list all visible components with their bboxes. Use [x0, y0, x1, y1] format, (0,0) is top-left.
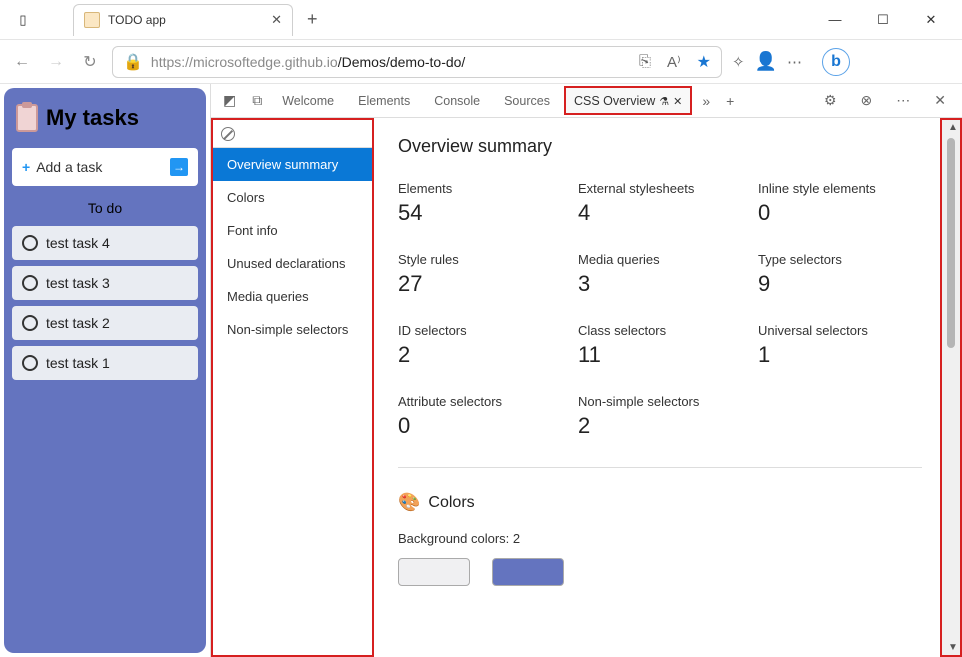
more-menu-icon[interactable]: ⋯	[787, 53, 802, 71]
favorite-star-icon[interactable]: ★	[697, 52, 711, 72]
close-devtools-icon[interactable]: ✕	[928, 92, 952, 109]
section-header: To do	[12, 186, 198, 226]
tab-welcome[interactable]: Welcome	[272, 86, 344, 115]
task-list: test task 4 test task 3 test task 2 test…	[12, 226, 198, 380]
shopping-icon[interactable]: ⎘	[639, 53, 651, 70]
browser-tab[interactable]: TODO app ✕	[73, 4, 293, 36]
url-input[interactable]: 🔒 https://microsoftedge.github.io/Demos/…	[112, 46, 722, 78]
inspect-icon[interactable]: ◩	[217, 92, 242, 109]
stat-attribute-selectors: Attribute selectors0	[398, 394, 562, 439]
scrollbar[interactable]: ▲ ▼	[940, 118, 962, 657]
color-swatch[interactable]	[492, 558, 564, 586]
tab-elements[interactable]: Elements	[348, 86, 420, 115]
more-menu-icon[interactable]: ⋯	[890, 92, 916, 109]
profile-icon[interactable]: 👤	[755, 51, 777, 72]
sidebar-item-non-simple-selectors[interactable]: Non-simple selectors	[213, 313, 372, 346]
task-radio[interactable]	[22, 235, 38, 251]
task-radio[interactable]	[22, 355, 38, 371]
close-tab-icon[interactable]: ✕	[673, 95, 682, 108]
stat-type-selectors: Type selectors9	[758, 252, 922, 297]
issues-icon[interactable]: ⊗	[855, 92, 879, 109]
window-controls: — ☐ ✕	[820, 12, 954, 28]
sidebar-item-media-queries[interactable]: Media queries	[213, 280, 372, 313]
url-text: https://microsoftedge.github.io/Demos/de…	[151, 54, 465, 70]
sidebar-item-overview-summary[interactable]: Overview summary	[213, 148, 372, 181]
css-overview-content: Overview summary Elements54 External sty…	[374, 118, 962, 657]
colors-heading: 🎨 Colors	[398, 492, 922, 513]
add-task-label: Add a task	[36, 159, 102, 175]
address-bar: ← → ↻ 🔒 https://microsoftedge.github.io/…	[0, 40, 962, 84]
sidebar-toolbar	[213, 120, 372, 148]
css-overview-sidebar: Overview summary Colors Font info Unused…	[211, 118, 374, 657]
tab-title: TODO app	[108, 13, 271, 27]
back-button[interactable]: ←	[10, 53, 34, 71]
colors-subheading: Background colors: 2	[398, 531, 922, 546]
task-radio[interactable]	[22, 315, 38, 331]
tab-sources[interactable]: Sources	[494, 86, 560, 115]
task-item[interactable]: test task 4	[12, 226, 198, 260]
tab-actions-icon[interactable]: ▯	[8, 12, 38, 28]
scroll-down-icon[interactable]: ▼	[948, 642, 958, 653]
stat-media-queries: Media queries3	[578, 252, 742, 297]
plus-icon: +	[22, 159, 30, 175]
todo-app-panel: My tasks + Add a task → To do test task …	[4, 88, 206, 653]
stat-non-simple-selectors: Non-simple selectors2	[578, 394, 742, 439]
task-item[interactable]: test task 3	[12, 266, 198, 300]
sidebar-item-colors[interactable]: Colors	[213, 181, 372, 214]
task-label: test task 2	[46, 315, 110, 331]
stat-external-stylesheets: External stylesheets4	[578, 181, 742, 226]
refresh-button[interactable]: ↻	[78, 52, 102, 72]
close-window-button[interactable]: ✕	[916, 12, 946, 28]
stat-elements: Elements54	[398, 181, 562, 226]
stats-grid: Elements54 External stylesheets4 Inline …	[398, 181, 922, 439]
sidebar-item-font-info[interactable]: Font info	[213, 214, 372, 247]
more-tabs-icon[interactable]: »	[696, 93, 716, 109]
palette-icon: 🎨	[398, 492, 420, 513]
new-tab-button[interactable]: +	[301, 9, 324, 30]
beaker-icon: ⚗	[659, 95, 669, 108]
minimize-button[interactable]: —	[820, 12, 850, 28]
divider	[398, 467, 922, 468]
color-swatches	[398, 558, 922, 586]
task-label: test task 1	[46, 355, 110, 371]
task-item[interactable]: test task 2	[12, 306, 198, 340]
task-radio[interactable]	[22, 275, 38, 291]
task-label: test task 3	[46, 275, 110, 291]
maximize-button[interactable]: ☐	[868, 12, 898, 28]
devtools-tabs: ◩ ⧉ Welcome Elements Console Sources CSS…	[211, 84, 962, 118]
favicon-icon	[84, 12, 100, 28]
browser-titlebar: ▯ TODO app ✕ + — ☐ ✕	[0, 0, 962, 40]
task-label: test task 4	[46, 235, 110, 251]
color-swatch[interactable]	[398, 558, 470, 586]
read-aloud-icon[interactable]: A⁾	[667, 53, 681, 71]
stat-id-selectors: ID selectors2	[398, 323, 562, 368]
device-toggle-icon[interactable]: ⧉	[246, 92, 268, 109]
clear-icon[interactable]	[221, 127, 235, 141]
clipboard-icon	[16, 104, 38, 132]
site-lock-icon[interactable]: 🔒	[123, 52, 143, 72]
tab-css-overview[interactable]: CSS Overview ⚗ ✕	[564, 86, 692, 115]
stat-class-selectors: Class selectors11	[578, 323, 742, 368]
app-header: My tasks	[12, 98, 198, 148]
bing-chat-icon[interactable]: b	[822, 48, 850, 76]
sidebar-item-unused-declarations[interactable]: Unused declarations	[213, 247, 372, 280]
tab-console[interactable]: Console	[424, 86, 490, 115]
overview-heading: Overview summary	[398, 136, 922, 157]
stat-style-rules: Style rules27	[398, 252, 562, 297]
close-tab-icon[interactable]: ✕	[271, 12, 282, 28]
add-tab-icon[interactable]: +	[720, 93, 740, 109]
scroll-thumb[interactable]	[947, 138, 955, 348]
app-title: My tasks	[46, 105, 139, 131]
settings-gear-icon[interactable]: ⚙	[818, 92, 843, 109]
submit-task-button[interactable]: →	[170, 158, 188, 176]
stat-inline-style-elements: Inline style elements0	[758, 181, 922, 226]
tab-strip: TODO app ✕ +	[73, 4, 324, 36]
task-item[interactable]: test task 1	[12, 346, 198, 380]
favorites-hub-icon[interactable]: ✧	[732, 53, 745, 71]
forward-button: →	[44, 53, 68, 71]
scroll-up-icon[interactable]: ▲	[948, 122, 958, 133]
add-task-input[interactable]: + Add a task →	[12, 148, 198, 186]
stat-universal-selectors: Universal selectors1	[758, 323, 922, 368]
devtools-panel: ◩ ⧉ Welcome Elements Console Sources CSS…	[210, 84, 962, 657]
